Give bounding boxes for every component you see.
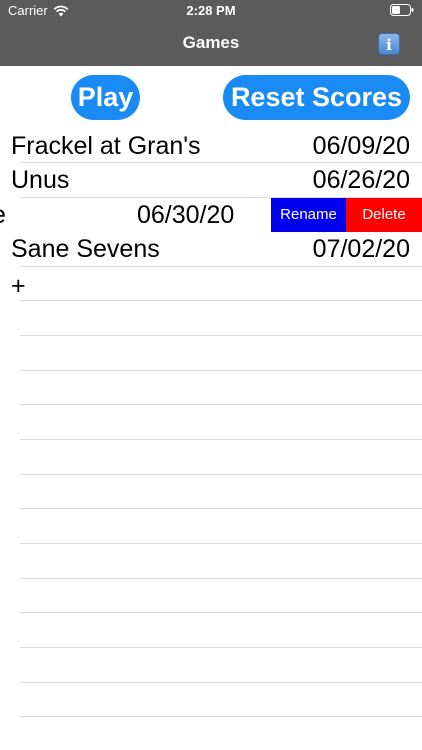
game-date: 06/09/20 — [312, 132, 410, 160]
row-separator — [20, 508, 422, 509]
game-date: 07/02/20 — [312, 235, 410, 263]
games-screen: Carrier 2:28 PM Games i Play Reset Score… — [0, 0, 422, 750]
row-separator — [20, 300, 422, 301]
row-separator — [20, 474, 422, 475]
game-row[interactable]: Sane Sevens 07/02/20 — [0, 232, 422, 266]
battery-icon — [390, 4, 414, 16]
game-name: Sane Sevens — [11, 235, 160, 263]
delete-button[interactable]: Delete — [346, 198, 422, 232]
game-name: Frackel at Gran's — [11, 132, 201, 160]
status-time: 2:28 PM — [186, 3, 236, 18]
row-separator — [20, 682, 422, 683]
row-separator — [20, 370, 422, 371]
rename-button[interactable]: Rename — [271, 198, 346, 232]
game-date: 06/30/20 — [137, 201, 235, 229]
row-separator — [20, 439, 422, 440]
row-separator — [20, 197, 422, 198]
play-button[interactable]: Play — [71, 75, 140, 120]
game-row[interactable]: Frackel at Gran's 06/09/20 — [0, 129, 422, 163]
row-separator — [20, 543, 422, 544]
add-game-button[interactable]: + — [11, 272, 26, 300]
row-separator — [20, 335, 422, 336]
game-date: 06/26/20 — [312, 166, 410, 194]
row-separator — [20, 404, 422, 405]
game-name: e — [0, 198, 6, 232]
row-separator — [20, 266, 422, 267]
game-row[interactable]: Unus 06/26/20 — [0, 163, 422, 197]
game-row-swiped[interactable]: e 06/30/20 Rename Delete — [0, 198, 422, 232]
reset-scores-button[interactable]: Reset Scores — [223, 75, 410, 120]
info-icon[interactable]: i — [378, 33, 400, 55]
row-separator — [20, 162, 422, 163]
nav-title: Games — [182, 33, 240, 52]
row-separator — [20, 716, 422, 717]
top-bar: Carrier 2:28 PM Games i — [0, 0, 422, 66]
row-separator — [20, 578, 422, 579]
game-name: Unus — [11, 166, 70, 194]
row-separator — [20, 647, 422, 648]
row-separator — [20, 612, 422, 613]
